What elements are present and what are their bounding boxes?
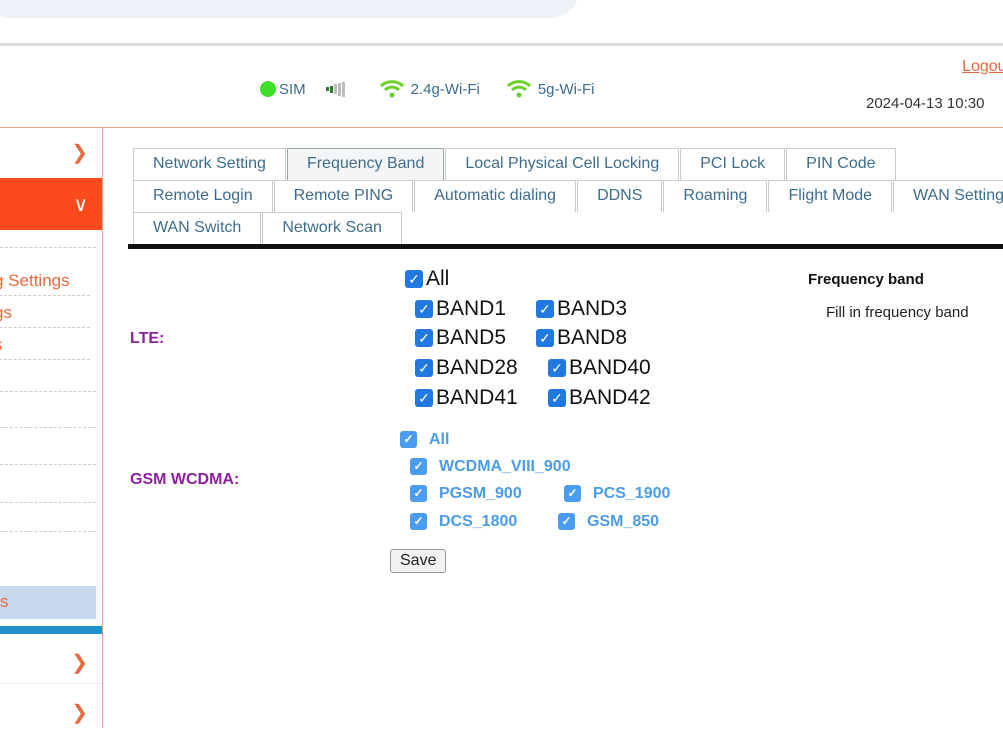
tab-remote-ping[interactable]: Remote PING <box>273 180 414 212</box>
tab-roaming[interactable]: Roaming <box>663 180 768 212</box>
lte-band1-checkbox[interactable]: ✓ BAND1 <box>415 297 506 321</box>
sidebar-subitem[interactable] <box>0 398 96 428</box>
tab-network-setting[interactable]: Network Setting <box>133 148 286 180</box>
signal-strength-icon <box>325 81 345 97</box>
lte-label: LTE: <box>130 330 165 347</box>
help-description: Fill in frequency band <box>826 304 969 321</box>
browser-address-area <box>0 0 580 18</box>
lte-band5-checkbox[interactable]: ✓ BAND5 <box>415 326 506 350</box>
sidebar-subitem[interactable] <box>0 230 96 248</box>
tab-remote-login[interactable]: Remote Login <box>133 180 273 212</box>
tab-ddns[interactable]: DDNS <box>577 180 663 212</box>
divider <box>0 127 1003 128</box>
chevron-right-icon: ❯ <box>71 652 88 674</box>
pgsm-900-checkbox[interactable]: ✓ PGSM_900 <box>410 485 522 503</box>
chevron-right-icon: ❯ <box>71 142 88 164</box>
datetime: 2024-04-13 10:30 <box>866 95 985 112</box>
tab-wan-setting[interactable]: WAN Setting <box>893 180 1003 212</box>
lte-band3-checkbox[interactable]: ✓ BAND3 <box>536 297 627 321</box>
lte-band8-checkbox[interactable]: ✓ BAND8 <box>536 326 627 350</box>
tab-pin-code[interactable]: PIN Code <box>786 148 896 180</box>
sim-status-icon <box>260 81 276 97</box>
wifi-5-icon <box>506 80 532 98</box>
sidebar-subitem[interactable] <box>0 473 96 503</box>
wifi-5-label: 5g-Wi-Fi <box>537 80 595 98</box>
tab-pci-lock[interactable]: PCI Lock <box>680 148 786 180</box>
tab-frequency-band[interactable]: Frequency Band <box>286 148 445 180</box>
lte-band28-checkbox[interactable]: ✓ BAND28 <box>415 356 518 380</box>
sidebar-menu-expanded[interactable]: ∨ <box>0 178 102 230</box>
lte-band42-checkbox[interactable]: ✓ BAND42 <box>548 386 651 410</box>
wifi-24-icon <box>379 80 405 98</box>
save-button[interactable]: Save <box>390 549 447 573</box>
sidebar-subitem[interactable]: gs <box>0 298 90 328</box>
divider <box>0 43 1003 46</box>
help-title: Frequency band <box>808 271 924 288</box>
chevron-down-icon: ∨ <box>73 194 88 216</box>
tab-network-scan[interactable]: Network Scan <box>262 212 402 244</box>
sidebar-separator <box>0 626 102 634</box>
wifi-24-label: 2.4g-Wi-Fi <box>410 80 480 98</box>
dcs-1800-checkbox[interactable]: ✓ DCS_1800 <box>410 513 517 531</box>
gsm-850-checkbox[interactable]: ✓ GSM_850 <box>558 513 659 531</box>
sidebar: ❯ ∨ g Settings gs s s ❯ ❯ <box>0 128 103 728</box>
sidebar-menu-collapsed[interactable]: ❯ <box>0 128 102 178</box>
lte-band40-checkbox[interactable]: ✓ BAND40 <box>548 356 651 380</box>
gsm-wcdma-label: GSM WCDMA: <box>130 471 240 488</box>
status-bar: SIM 2.4g-Wi-Fi 5g-Wi-Fi <box>260 80 595 98</box>
sidebar-menu-collapsed[interactable]: ❯ <box>0 634 102 684</box>
tab-wan-switch[interactable]: WAN Switch <box>133 212 262 244</box>
wcdma-viii-900-checkbox[interactable]: ✓ WCDMA_VIII_900 <box>410 458 571 476</box>
sidebar-subitem[interactable] <box>0 502 96 532</box>
chevron-right-icon: ❯ <box>71 702 88 724</box>
sidebar-subitem[interactable] <box>0 435 96 465</box>
gsm-all-checkbox[interactable]: ✓ All <box>400 431 449 449</box>
tab-cell-locking[interactable]: Local Physical Cell Locking <box>445 148 680 180</box>
tab-underline <box>128 244 1003 249</box>
sim-label: SIM <box>279 80 306 98</box>
sidebar-subitem[interactable] <box>0 362 96 392</box>
lte-band41-checkbox[interactable]: ✓ BAND41 <box>415 386 518 410</box>
sidebar-subitem[interactable]: g Settings <box>0 266 90 296</box>
tab-flight-mode[interactable]: Flight Mode <box>768 180 893 212</box>
sidebar-subitem[interactable]: s <box>0 330 90 360</box>
sidebar-subitem-active[interactable]: s <box>0 586 96 619</box>
logout-link[interactable]: Logout <box>962 58 1003 76</box>
tab-automatic-dialing[interactable]: Automatic dialing <box>414 180 577 212</box>
pcs-1900-checkbox[interactable]: ✓ PCS_1900 <box>564 485 670 503</box>
lte-all-checkbox[interactable]: ✓ All <box>405 267 449 291</box>
tab-bar: Network Setting Frequency Band Local Phy… <box>133 148 1003 244</box>
